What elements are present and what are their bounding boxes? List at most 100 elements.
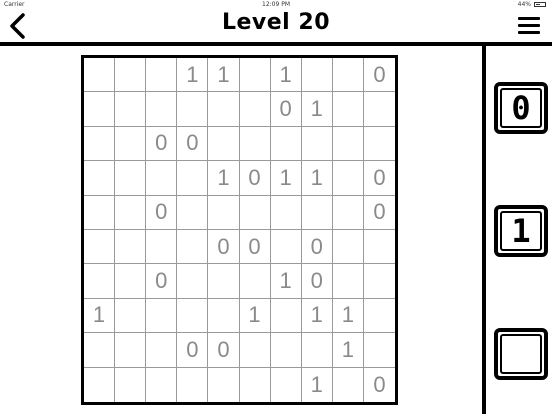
board-cell[interactable] xyxy=(84,264,116,299)
board-cell[interactable] xyxy=(332,195,364,230)
board-cell[interactable]: 1 xyxy=(239,298,271,334)
board-cell[interactable] xyxy=(270,298,302,334)
board-cell[interactable]: 0 xyxy=(146,264,178,299)
board-cell[interactable] xyxy=(177,161,209,196)
board-cell[interactable]: 0 xyxy=(270,92,302,127)
board-cell[interactable] xyxy=(270,195,302,230)
board-cell[interactable] xyxy=(115,58,147,93)
board-cell[interactable] xyxy=(363,299,395,334)
board-cell[interactable]: 1 xyxy=(302,367,333,402)
board-cell[interactable] xyxy=(271,367,302,402)
board-cell[interactable] xyxy=(332,161,364,196)
board-cell[interactable] xyxy=(240,367,271,402)
board-cell[interactable] xyxy=(332,126,364,162)
board-cell[interactable] xyxy=(177,92,209,127)
board-cell[interactable] xyxy=(270,230,302,265)
board-cell[interactable] xyxy=(115,298,147,334)
board-cell[interactable]: 0 xyxy=(146,195,178,230)
board-cell[interactable] xyxy=(84,195,116,230)
board-cell[interactable] xyxy=(208,298,240,334)
board-cell[interactable]: 1 xyxy=(208,58,240,93)
board-cell[interactable]: 1 xyxy=(208,161,240,196)
board-cell[interactable]: 0 xyxy=(146,126,178,162)
board-cell[interactable] xyxy=(208,126,240,162)
board-cell[interactable] xyxy=(208,367,240,402)
board-cell[interactable]: 1 xyxy=(177,58,209,93)
board-cell[interactable]: 0 xyxy=(239,161,271,196)
board-cell[interactable] xyxy=(333,367,364,402)
board-cell[interactable]: 0 xyxy=(301,230,333,265)
board-cell[interactable] xyxy=(301,195,333,230)
board-cell[interactable] xyxy=(301,58,333,93)
board-cell[interactable] xyxy=(270,333,302,368)
board-cell[interactable] xyxy=(332,58,364,93)
board-cell[interactable]: 1 xyxy=(301,161,333,196)
board-cell[interactable] xyxy=(146,230,178,265)
board-cell[interactable] xyxy=(115,230,147,265)
board-cell[interactable] xyxy=(239,126,271,162)
board-cell[interactable] xyxy=(115,126,147,162)
board-cell[interactable]: 1 xyxy=(270,58,302,93)
board-cell[interactable] xyxy=(84,230,116,265)
board-cell[interactable] xyxy=(239,333,271,368)
board-cell[interactable] xyxy=(270,126,302,162)
board-cell[interactable] xyxy=(363,127,395,162)
board-cell[interactable] xyxy=(146,298,178,334)
board-cell[interactable] xyxy=(332,230,364,265)
board-cell[interactable] xyxy=(115,264,147,299)
board-cell[interactable] xyxy=(239,264,271,299)
board-cell[interactable]: 0 xyxy=(363,196,395,230)
board-cell[interactable] xyxy=(208,92,240,127)
board-cell[interactable] xyxy=(363,264,395,299)
board-cell[interactable] xyxy=(332,92,364,127)
board-cell[interactable] xyxy=(84,126,116,162)
board-cell[interactable]: 0 xyxy=(177,126,209,162)
board-cell[interactable] xyxy=(239,92,271,127)
board-cell[interactable] xyxy=(177,367,209,402)
board-cell[interactable] xyxy=(115,367,147,402)
board-cell[interactable]: 0 xyxy=(177,333,209,368)
board-cell[interactable]: 0 xyxy=(208,230,240,265)
board-cell[interactable]: 0 xyxy=(363,161,395,196)
board-cell[interactable] xyxy=(146,367,178,402)
board-cell[interactable] xyxy=(177,298,209,334)
board-cell[interactable] xyxy=(84,58,116,93)
board-cell[interactable]: 0 xyxy=(363,58,395,93)
board-cell[interactable]: 1 xyxy=(301,298,333,334)
board-cell[interactable]: 1 xyxy=(270,264,302,299)
board-cell[interactable] xyxy=(84,367,116,402)
board-cell[interactable] xyxy=(177,264,209,299)
board-cell[interactable] xyxy=(363,92,395,127)
board-cell[interactable] xyxy=(146,333,178,368)
board-cell[interactable] xyxy=(115,333,147,368)
choice-zero-button[interactable]: 0 xyxy=(494,82,548,134)
choice-clear-button[interactable] xyxy=(494,328,548,380)
board-cell[interactable]: 0 xyxy=(301,264,333,299)
board-cell[interactable]: 1 xyxy=(332,333,364,368)
board-cell[interactable] xyxy=(84,92,116,127)
board-cell[interactable] xyxy=(146,92,178,127)
board-cell[interactable] xyxy=(177,230,209,265)
board-cell[interactable] xyxy=(301,126,333,162)
menu-button[interactable] xyxy=(518,17,540,35)
board-cell[interactable] xyxy=(208,264,240,299)
board-cell[interactable] xyxy=(115,195,147,230)
board-cell[interactable] xyxy=(208,195,240,230)
board-cell[interactable] xyxy=(84,161,116,196)
board-cell[interactable] xyxy=(146,58,178,93)
board-cell[interactable] xyxy=(115,161,147,196)
board-cell[interactable] xyxy=(301,333,333,368)
board-cell[interactable] xyxy=(363,333,395,368)
board-cell[interactable]: 1 xyxy=(301,92,333,127)
board-cell[interactable] xyxy=(239,58,271,93)
board-cell[interactable] xyxy=(146,161,178,196)
board-cell[interactable]: 1 xyxy=(270,161,302,196)
board-cell[interactable]: 0 xyxy=(239,230,271,265)
board-cell[interactable] xyxy=(239,195,271,230)
board-cell[interactable]: 0 xyxy=(208,333,240,368)
board-cell[interactable] xyxy=(332,264,364,299)
board-cell[interactable] xyxy=(177,195,209,230)
board-cell[interactable]: 0 xyxy=(364,368,395,402)
board-cell[interactable] xyxy=(363,230,395,265)
board-cell[interactable] xyxy=(115,92,147,127)
